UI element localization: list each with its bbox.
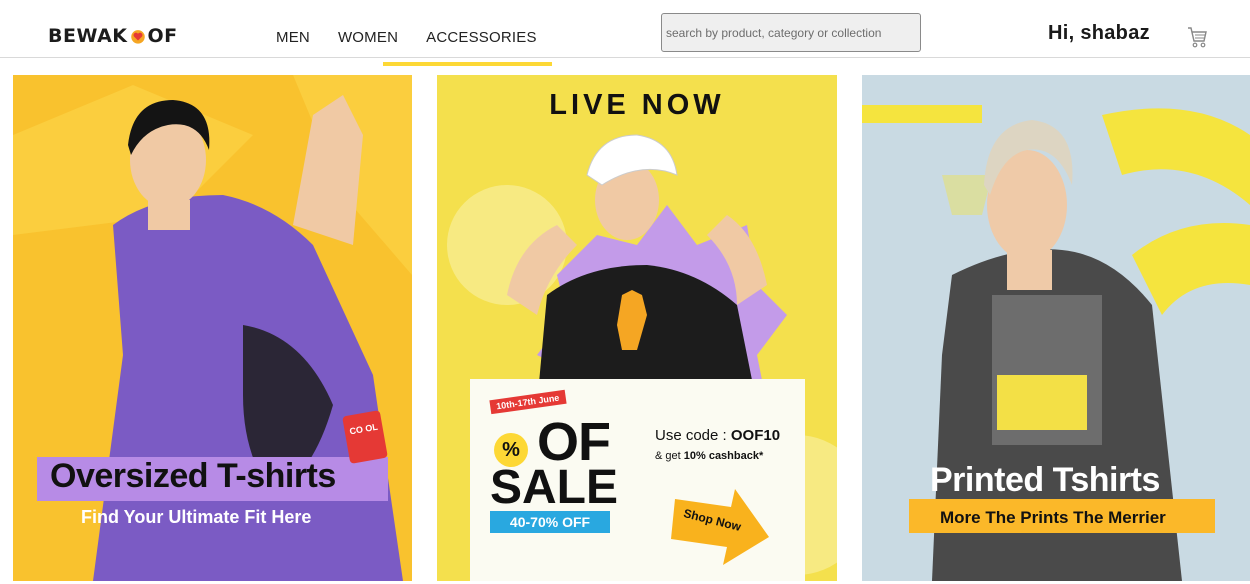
banner-title: Oversized T-shirts bbox=[50, 457, 336, 495]
cart-icon[interactable] bbox=[1186, 24, 1208, 50]
live-now-heading: LIVE NOW bbox=[549, 89, 725, 121]
cashback-value: 10% cashback* bbox=[683, 450, 764, 462]
banner-printed-tshirts[interactable]: Printed Tshirts More The Prints The Merr… bbox=[862, 75, 1250, 581]
discount-pill: 40-70% OFF bbox=[490, 511, 610, 533]
logo-text: BEWAK bbox=[48, 25, 128, 47]
shop-now-button[interactable]: Shop Now bbox=[669, 485, 773, 567]
search-input[interactable] bbox=[661, 13, 921, 52]
banner-model-illustration bbox=[13, 75, 412, 581]
brand-logo[interactable]: BEWAK OF bbox=[48, 25, 178, 47]
banner-subtitle: More The Prints The Merrier bbox=[940, 508, 1166, 527]
coupon-code: OOF10 bbox=[730, 427, 781, 444]
cashback-prefix: & get bbox=[655, 450, 684, 462]
cashback-line: & get 10% cashback* bbox=[655, 450, 763, 462]
banner-oversized-tshirts[interactable]: Oversized T-shirts Find Your Ultimate Fi… bbox=[13, 75, 412, 581]
nav-men[interactable]: MEN bbox=[262, 29, 324, 46]
coupon-code-line: Use code : OOF10 bbox=[655, 427, 780, 444]
user-greeting[interactable]: Hi, shabaz bbox=[1048, 22, 1150, 45]
main-nav: MEN WOMEN ACCESSORIES bbox=[262, 29, 551, 46]
cool-tag-badge: CO OL bbox=[342, 410, 388, 464]
nav-accessories[interactable]: ACCESSORIES bbox=[412, 29, 551, 46]
banner-title: Printed Tshirts bbox=[930, 461, 1160, 499]
logo-text-suffix: OF bbox=[147, 25, 178, 47]
nav-active-underline bbox=[383, 62, 552, 66]
banner-oof-sale[interactable]: LIVE NOW 10th-17th June OF % SALE 40-70%… bbox=[437, 75, 837, 581]
sale-word: SALE bbox=[490, 461, 619, 514]
site-header: BEWAK OF MEN WOMEN ACCESSORIES Hi, shaba… bbox=[0, 0, 1250, 58]
coupon-code-label: Use code : bbox=[655, 427, 731, 444]
nav-women[interactable]: WOMEN bbox=[324, 29, 412, 46]
banner-subtitle: Find Your Ultimate Fit Here bbox=[81, 507, 312, 527]
logo-heart-icon bbox=[130, 30, 145, 44]
